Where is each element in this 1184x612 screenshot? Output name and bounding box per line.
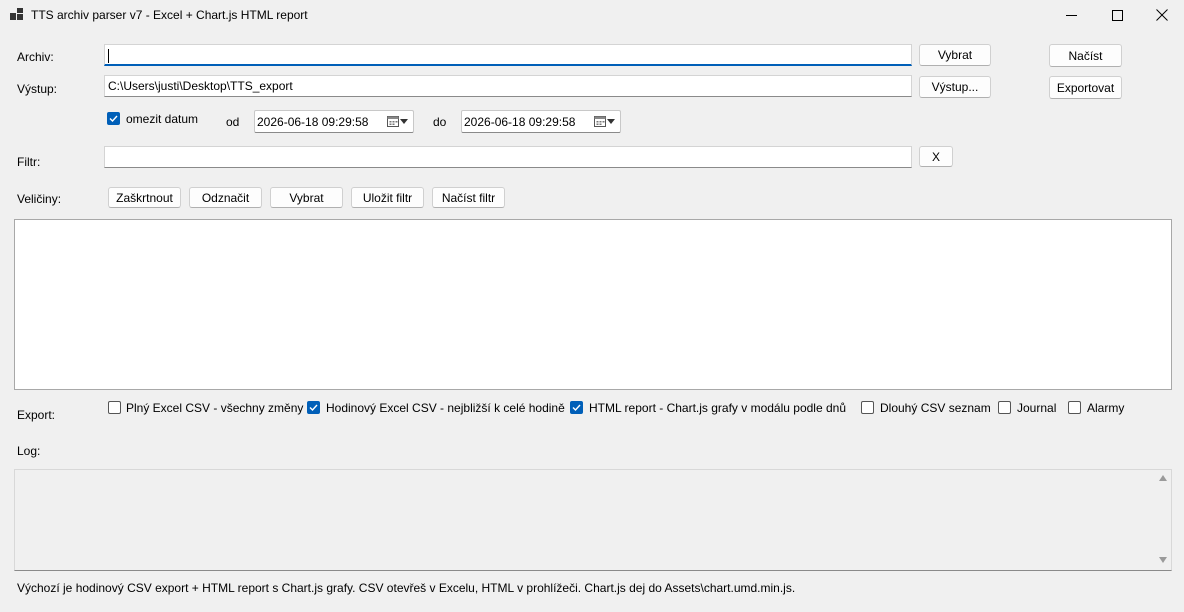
export-hourly-excel-label: Hodinový Excel CSV - nejbližší k celé ho… xyxy=(326,401,565,415)
load-button[interactable]: Načíst xyxy=(1049,44,1122,67)
text-caret xyxy=(108,49,109,63)
quantities-list[interactable] xyxy=(14,219,1172,390)
export-html-report-checkbox[interactable] xyxy=(570,401,583,414)
export-long-csv-label: Dlouhý CSV seznam xyxy=(880,401,991,415)
vystup-browse-button[interactable]: Výstup... xyxy=(919,76,991,98)
filter-input[interactable] xyxy=(104,146,912,168)
close-button[interactable] xyxy=(1139,0,1184,30)
minimize-button[interactable] xyxy=(1048,0,1094,30)
select-button[interactable]: Vybrat xyxy=(270,187,343,208)
quantities-label: Veličiny: xyxy=(17,192,62,206)
maximize-button[interactable] xyxy=(1094,0,1140,30)
limit-date-label: omezit datum xyxy=(126,112,199,126)
vystup-label: Výstup: xyxy=(17,82,58,96)
export-full-excel-label: Plný Excel CSV - všechny změny xyxy=(126,401,304,415)
uncheck-all-button[interactable]: Odznačit xyxy=(189,187,262,208)
check-icon xyxy=(572,404,581,412)
calendar-icon xyxy=(594,116,606,127)
export-button[interactable]: Exportovat xyxy=(1049,76,1122,99)
archiv-browse-button[interactable]: Vybrat xyxy=(919,44,991,66)
vystup-input[interactable]: C:\Users\justi\Desktop\TTS_export xyxy=(104,75,912,97)
export-journal-checkbox[interactable] xyxy=(998,401,1011,414)
chevron-down-icon xyxy=(607,119,615,124)
archiv-input[interactable] xyxy=(104,44,912,66)
date-from-value: 2026-06-18 09:29:58 xyxy=(257,115,369,129)
export-alarms-checkbox[interactable] xyxy=(1068,401,1081,414)
load-filter-button[interactable]: Načíst filtr xyxy=(432,187,505,208)
check-icon xyxy=(309,404,318,412)
export-hourly-excel-checkbox[interactable] xyxy=(307,401,320,414)
maximize-icon xyxy=(1111,9,1123,21)
date-from-label: od xyxy=(226,115,240,129)
log-textbox[interactable] xyxy=(14,469,1172,571)
minimize-icon xyxy=(1065,14,1077,16)
export-html-report-label: HTML report - Chart.js grafy v modálu po… xyxy=(589,401,846,415)
calendar-icon xyxy=(387,116,399,127)
export-long-csv-checkbox[interactable] xyxy=(861,401,874,414)
export-label: Export: xyxy=(17,408,56,422)
date-to-label: do xyxy=(433,115,447,129)
chevron-down-icon xyxy=(400,119,408,124)
archiv-label: Archiv: xyxy=(17,50,54,64)
log-label: Log: xyxy=(17,444,41,458)
limit-date-checkbox[interactable] xyxy=(107,112,120,125)
window-title: TTS archiv parser v7 - Excel + Chart.js … xyxy=(31,8,308,22)
date-to-value: 2026-06-18 09:29:58 xyxy=(464,115,576,129)
scroll-down-icon[interactable] xyxy=(1159,557,1167,563)
export-alarms-label: Alarmy xyxy=(1087,401,1125,415)
status-text: Výchozí je hodinový CSV export + HTML re… xyxy=(17,581,796,595)
scroll-up-icon[interactable] xyxy=(1159,475,1167,481)
log-scrollbar[interactable] xyxy=(1155,470,1171,570)
save-filter-button[interactable]: Uložit filtr xyxy=(351,187,424,208)
check-all-button[interactable]: Zaškrtnout xyxy=(108,187,181,208)
check-icon xyxy=(109,115,118,123)
app-icon xyxy=(10,8,23,20)
vystup-value: C:\Users\justi\Desktop\TTS_export xyxy=(108,79,293,93)
close-icon xyxy=(1156,9,1168,21)
filter-label: Filtr: xyxy=(17,155,41,169)
clear-filter-button[interactable]: X xyxy=(919,146,953,167)
title-bar: TTS archiv parser v7 - Excel + Chart.js … xyxy=(0,0,1184,30)
export-full-excel-checkbox[interactable] xyxy=(108,401,121,414)
date-to-picker[interactable]: 2026-06-18 09:29:58 xyxy=(461,110,621,133)
date-from-picker[interactable]: 2026-06-18 09:29:58 xyxy=(254,110,414,133)
export-journal-label: Journal xyxy=(1017,401,1057,415)
